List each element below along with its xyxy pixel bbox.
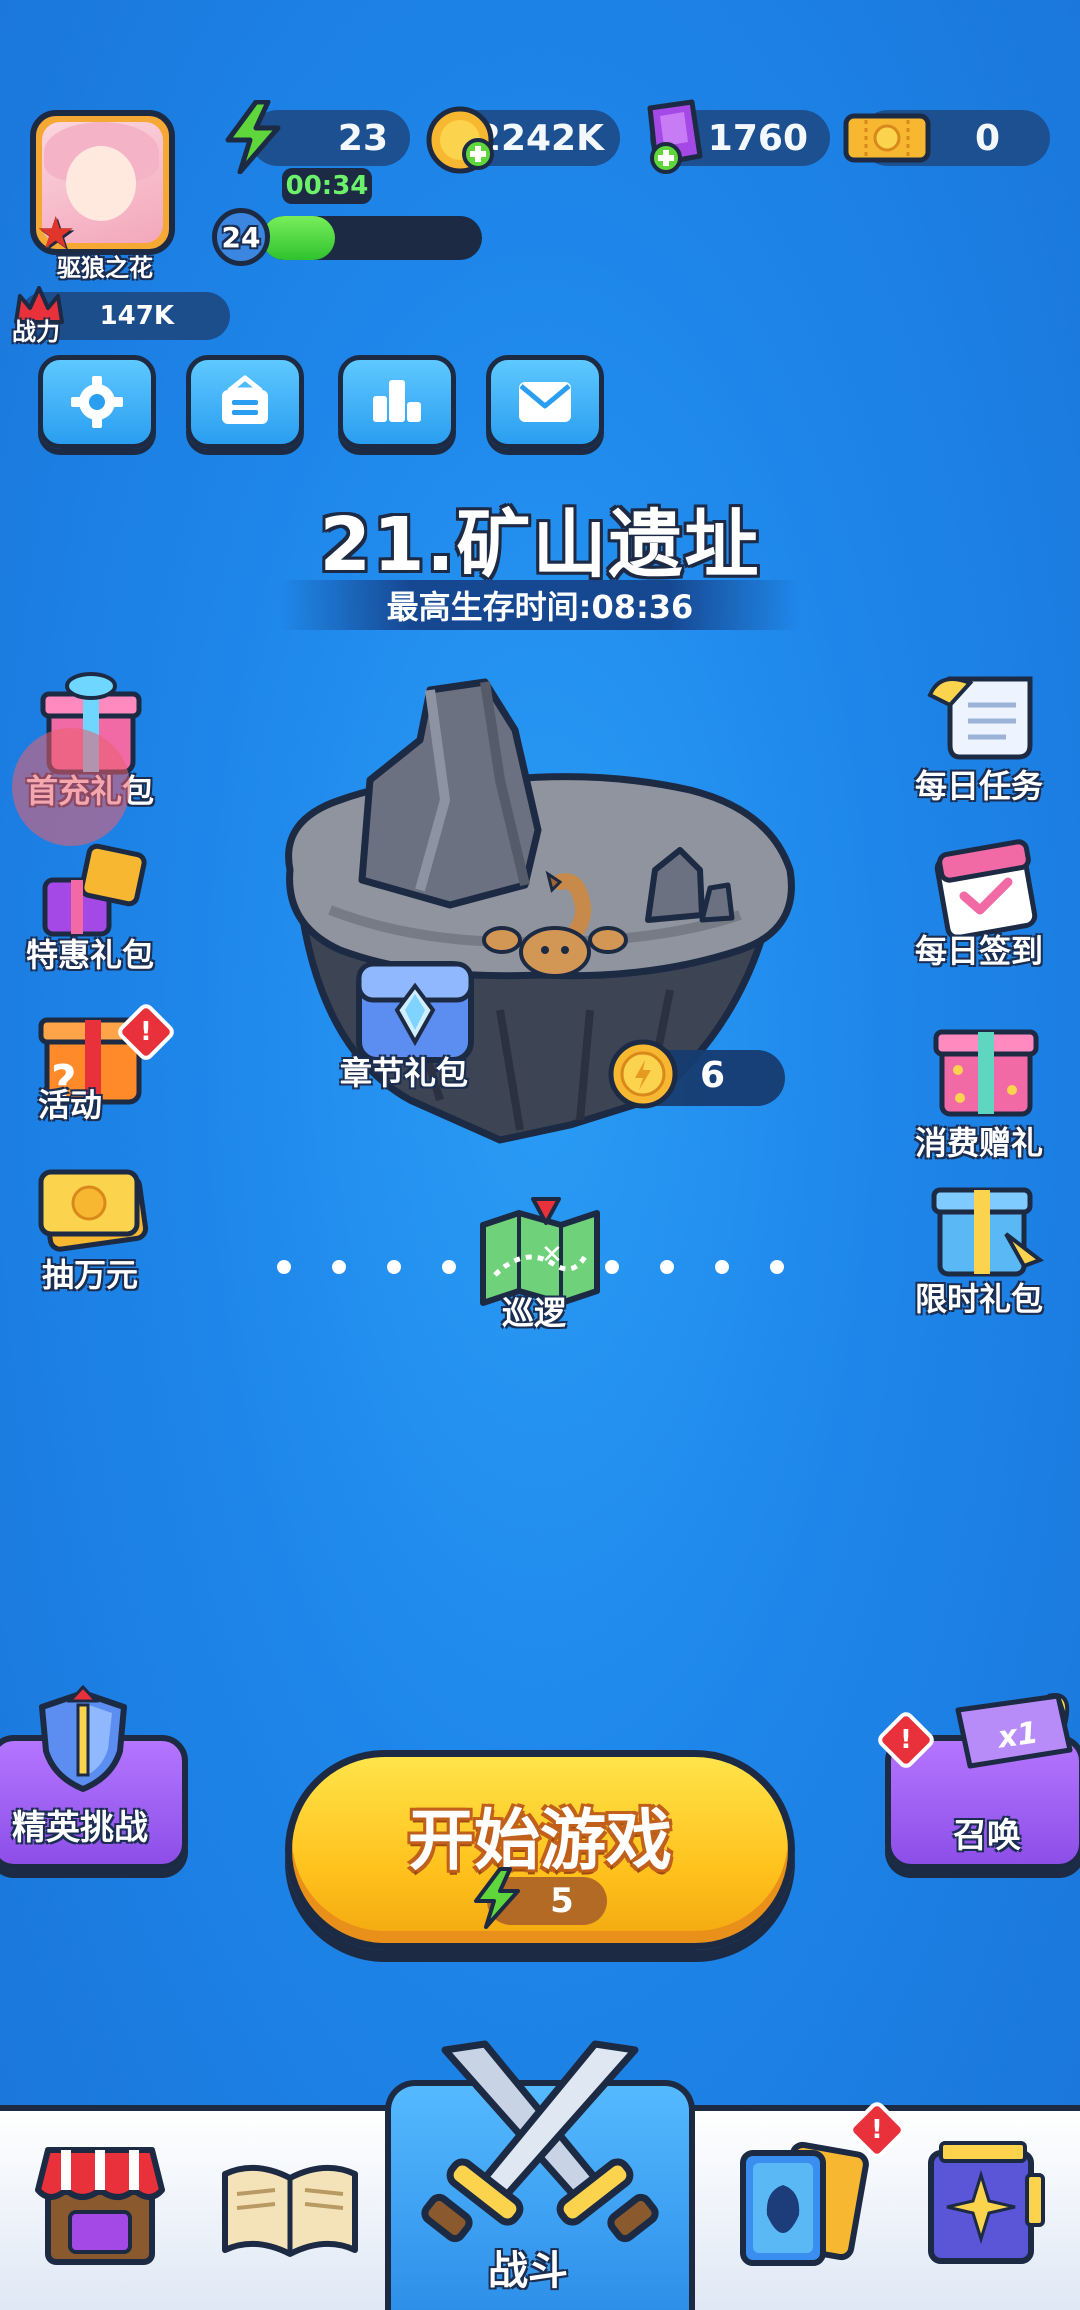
left-menu-lottery[interactable]: 抽万元 (10, 1160, 170, 1296)
stage-title: 21.矿山遗址 (319, 502, 761, 588)
right-menu-daily-checkin[interactable]: 每日签到 (905, 830, 1065, 972)
limited-offer-label: 限时礼包 (914, 1280, 1043, 1318)
nav-spellbook-tab[interactable] (915, 2135, 1055, 2275)
settings-button[interactable] (38, 355, 156, 449)
leaderboard-button[interactable] (338, 355, 456, 449)
gear-icon (71, 376, 123, 428)
xp-fill (262, 216, 335, 260)
mail-icon (519, 382, 571, 422)
summon-label: 召唤 (953, 1816, 1021, 1856)
nav-shop-tab[interactable] (30, 2140, 170, 2270)
special-offer-label: 特惠礼包 (25, 936, 154, 974)
leaderboard-icon (373, 380, 421, 422)
path-dot (442, 1260, 456, 1274)
polka-gift-icon (933, 1029, 1039, 1117)
path-dot (332, 1260, 346, 1274)
power-value: 147K (99, 301, 174, 331)
energy-timer: 00:34 (282, 168, 372, 204)
limited-gift-icon (931, 1187, 1045, 1277)
golden-ticket-icon (38, 1169, 149, 1252)
energy-icon (225, 100, 281, 174)
left-menu-special-offer[interactable]: 特惠礼包 (10, 830, 170, 976)
patrol-label[interactable]: 巡逻 (502, 1288, 566, 1334)
shield-sword-icon (39, 1685, 127, 1792)
spend-reward-label: 消费赠礼 (914, 1124, 1043, 1162)
gift-pile-icon (42, 843, 147, 937)
xp-bar (262, 216, 482, 260)
gems-value: 1760 (707, 117, 808, 159)
right-menu-limited-offer[interactable]: 限时礼包 (905, 1170, 1065, 1320)
right-menu-spend-reward[interactable]: 消费赠礼 (905, 1010, 1065, 1164)
crossed-swords-icon (421, 2040, 659, 2243)
path-dot (715, 1260, 729, 1274)
floating-assist-button[interactable] (12, 728, 130, 846)
start-cost-value: 5 (550, 1881, 574, 1921)
path-dot (277, 1260, 291, 1274)
gold-coin-icon (608, 1039, 678, 1109)
island-coin-count: 6 (700, 1055, 726, 1096)
player-name: 驱狼之花 (57, 254, 153, 282)
ticket-icon (843, 113, 931, 163)
nav-codex-tab[interactable] (215, 2150, 365, 2270)
path-dot (605, 1260, 619, 1274)
tickets-value: 0 (974, 117, 1000, 159)
coin-add-icon[interactable] (424, 104, 502, 176)
power-label: 战力 (12, 318, 60, 346)
daily-checkin-label: 每日签到 (914, 932, 1043, 970)
scroll-icon (927, 676, 1033, 760)
summon-multiplier: x1 (995, 1715, 1041, 1756)
start-game-button[interactable]: 开始游戏 5 (285, 1750, 795, 1950)
notice-button[interactable] (186, 355, 304, 449)
best-survival-time: 最高生存时间:08:36 (280, 580, 800, 630)
best-time-text: 最高生存时间:08:36 (386, 588, 694, 626)
player-level: 24 (212, 208, 270, 266)
path-dot (660, 1260, 674, 1274)
scorpion-enemy-icon (482, 870, 628, 978)
battle-tab-label: 战斗 (488, 2248, 568, 2294)
notice-board-icon (222, 375, 268, 424)
nav-cards-tab[interactable] (725, 2135, 875, 2275)
gem-add-icon[interactable] (636, 98, 712, 178)
calendar-check-icon (934, 839, 1038, 940)
start-game-label: 开始游戏 (408, 1802, 672, 1879)
svg-text:✕: ✕ (541, 1240, 563, 1270)
path-dot (387, 1260, 401, 1274)
chapter-gift-label[interactable]: 章节礼包 (340, 1048, 468, 1094)
elite-challenge-label: 精英挑战 (12, 1808, 148, 1848)
path-dot (770, 1260, 784, 1274)
daily-tasks-label: 每日任务 (914, 767, 1043, 805)
right-menu-daily-tasks[interactable]: 每日任务 (905, 665, 1065, 807)
energy-value: 23 (337, 117, 388, 159)
mail-button[interactable] (486, 355, 604, 449)
energy-cost-icon (474, 1867, 520, 1929)
